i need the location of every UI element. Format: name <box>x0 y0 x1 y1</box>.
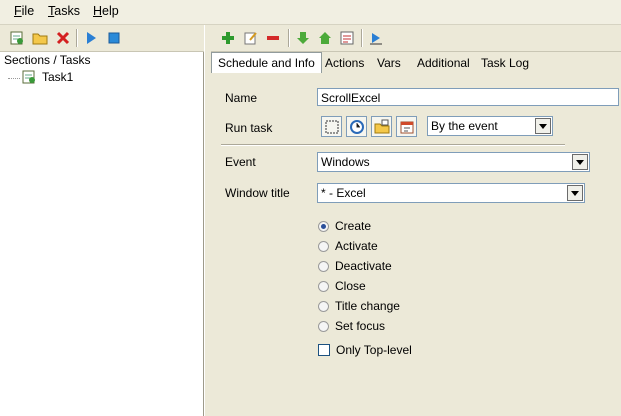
radio-dot[interactable] <box>318 240 329 252</box>
new-task-icon[interactable] <box>8 29 26 47</box>
radio-dot[interactable] <box>318 220 329 232</box>
menu-file[interactable]: File <box>14 4 34 18</box>
tab-schedule-and-info[interactable]: Schedule and Info <box>211 52 322 74</box>
radio-dot[interactable] <box>318 300 329 312</box>
add-icon[interactable] <box>219 29 237 47</box>
calendar-schedule-button[interactable] <box>396 116 417 137</box>
menu-tasks[interactable]: Tasks <box>48 4 80 18</box>
run-task-value: By the event <box>431 119 498 133</box>
run-task-select[interactable]: By the event <box>427 116 553 136</box>
radio-dot[interactable] <box>318 320 329 332</box>
radio-title-change[interactable]: Title change <box>318 298 400 314</box>
radio-deactivate[interactable]: Deactivate <box>318 258 392 274</box>
radio-dot[interactable] <box>318 260 329 272</box>
left-toolbar <box>0 25 204 52</box>
tab-vars[interactable]: Vars <box>371 54 407 72</box>
radio-create[interactable]: Create <box>318 218 371 234</box>
radio-set-focus[interactable]: Set focus <box>318 318 385 334</box>
delete-icon[interactable] <box>54 29 72 47</box>
tree-item-label: Task1 <box>42 70 74 84</box>
tab-task-log[interactable]: Task Log <box>475 54 535 72</box>
action-toolbar <box>211 25 621 52</box>
tab-strip: Schedule and Info Actions Vars Additiona… <box>211 52 621 74</box>
home-icon[interactable] <box>316 29 334 47</box>
menu-bar: File Tasks Help <box>0 0 621 25</box>
event-label: Event <box>225 155 256 169</box>
run-task-label: Run task <box>225 121 273 135</box>
checkbox-box[interactable] <box>318 344 330 356</box>
stop-icon[interactable] <box>105 29 123 47</box>
move-down-icon[interactable] <box>294 29 312 47</box>
name-label: Name <box>225 91 258 105</box>
radio-activate[interactable]: Activate <box>318 238 378 254</box>
folder-icon[interactable] <box>31 29 49 47</box>
task-tree: Sections / Tasks Task1 <box>0 52 204 416</box>
event-select[interactable]: Windows <box>317 152 590 172</box>
run-icon[interactable] <box>82 29 100 47</box>
only-top-level-checkbox[interactable]: Only Top-level <box>318 342 412 358</box>
folder-schedule-button[interactable] <box>371 116 392 137</box>
tab-additional[interactable]: Additional <box>411 54 476 72</box>
chevron-down-icon[interactable] <box>567 185 583 201</box>
remove-icon[interactable] <box>264 29 282 47</box>
manual-schedule-button[interactable] <box>321 116 342 137</box>
name-input[interactable]: ScrollExcel <box>317 88 619 106</box>
edit-icon[interactable] <box>242 29 260 47</box>
radio-dot[interactable] <box>318 280 329 292</box>
checklist-icon[interactable] <box>338 29 356 47</box>
event-value: Windows <box>321 155 370 169</box>
task-icon <box>22 70 37 88</box>
window-title-select[interactable]: * - Excel <box>317 183 585 203</box>
chevron-down-icon[interactable] <box>572 154 588 170</box>
chevron-down-icon[interactable] <box>535 118 551 134</box>
tab-actions[interactable]: Actions <box>319 54 370 72</box>
window-title-value: * - Excel <box>321 186 366 200</box>
clock-schedule-button[interactable] <box>346 116 367 137</box>
run-to-icon[interactable] <box>367 29 385 47</box>
window-title-label: Window title <box>225 186 290 200</box>
schedule-panel: Name ScrollExcel Run task By the event E… <box>211 73 621 416</box>
menu-help[interactable]: Help <box>93 4 119 18</box>
tree-header: Sections / Tasks <box>4 53 91 67</box>
radio-close[interactable]: Close <box>318 278 366 294</box>
